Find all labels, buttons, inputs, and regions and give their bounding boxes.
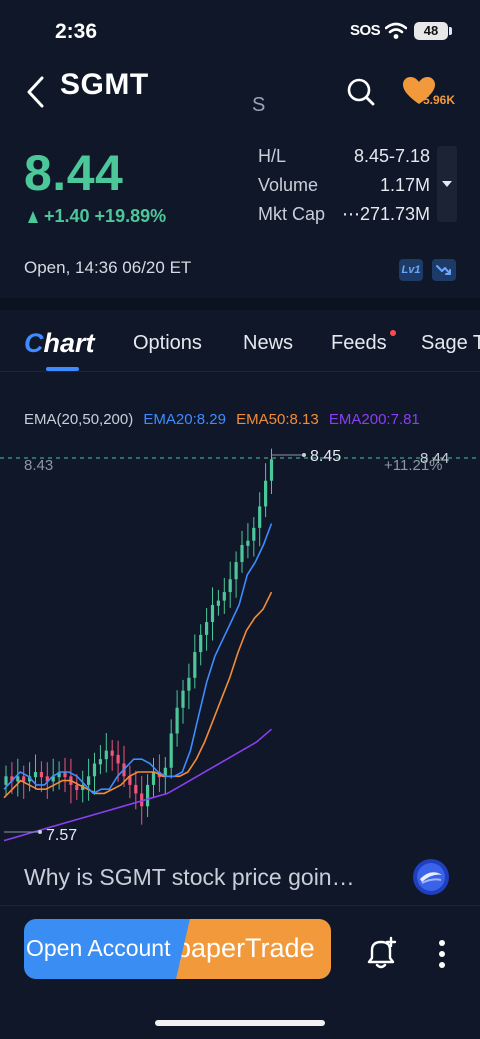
open-account-button[interactable]: Open Account (24, 919, 194, 979)
ticker-symbol: SGMT (60, 68, 149, 101)
paper-trade-button[interactable]: paperTrade (176, 919, 331, 979)
candle-body (75, 784, 79, 791)
candle-body (110, 750, 114, 756)
high-marker-label: 8.45 (310, 448, 341, 465)
up-arrow-icon (28, 211, 38, 223)
candle-body (187, 677, 191, 691)
candle-body (33, 772, 38, 778)
candle-body (234, 562, 238, 580)
candle-body (134, 784, 138, 794)
status-sos: SOS (350, 22, 381, 39)
low-marker-dot (38, 830, 42, 834)
section-divider (0, 298, 480, 310)
stat-value: 8.45-7.18 (353, 146, 430, 166)
candle-body (169, 733, 173, 768)
candle-body (181, 690, 185, 708)
ai-assistant-icon[interactable] (412, 858, 450, 896)
status-bar: 2:36 SOS 48 (0, 0, 480, 60)
candle-body (252, 527, 256, 541)
candle-body (98, 759, 102, 765)
ask-ai-row[interactable]: Why is SGMT stock price goin… (0, 850, 480, 906)
candle-body (199, 634, 203, 653)
candle-body (116, 754, 120, 764)
tab-feeds[interactable]: Feeds (331, 332, 387, 355)
wifi-icon (385, 22, 407, 39)
candle-body (240, 544, 244, 563)
stat-high-low: H/L 8.45-7.18 (258, 146, 430, 175)
ema-title: EMA(20,50,200) (24, 411, 134, 428)
candle-body (222, 592, 226, 601)
candle-body (246, 540, 250, 546)
ema20-value: EMA20:8.29 (143, 411, 226, 428)
stat-label: Mkt Cap (258, 204, 326, 224)
add-alert-bell-icon[interactable] (364, 936, 398, 970)
bottom-action-bar: Open Account paperTrade (0, 906, 480, 1039)
candle-body (39, 772, 43, 778)
tab-sage[interactable]: Sage T (421, 332, 480, 355)
paper-trade-label: paperTrade (176, 933, 315, 963)
price-change: +1.40 +19.89% (28, 206, 166, 227)
candle-body (210, 604, 215, 623)
candles-group (4, 448, 274, 825)
candle-body (92, 763, 97, 777)
stat-label: H/L (258, 146, 287, 166)
candle-body (146, 784, 150, 807)
notification-dot (390, 330, 396, 336)
stat-label: Volume (258, 175, 319, 195)
ema20-line (3, 523, 273, 795)
candle-body (16, 776, 20, 782)
candle-body (104, 750, 108, 760)
tab-options[interactable]: Options (133, 332, 202, 355)
tab-bar: Chart Options News Feeds Sage T (0, 310, 480, 372)
high-marker-dot (302, 453, 306, 457)
candle-body (193, 652, 197, 678)
last-price: 8.44 (24, 145, 124, 201)
ema200-value: EMA200:7.81 (328, 411, 420, 428)
caret-down-icon (442, 181, 452, 187)
battery-tip (449, 27, 452, 35)
price-change-text: +1.40 +19.89% (44, 206, 167, 226)
candle-body (264, 480, 268, 507)
back-chevron-icon[interactable] (22, 74, 50, 110)
quote-stats: H/L 8.45-7.18 Volume 1.17M Mkt Cap ⋯271.… (258, 146, 430, 233)
quote-panel: 8.44 +1.40 +19.89% H/L 8.45-7.18 Volume … (0, 140, 480, 240)
active-tab-indicator (46, 367, 79, 371)
trend-down-icon[interactable] (432, 259, 456, 281)
battery-icon: 48 (414, 22, 448, 40)
candle-body (228, 579, 232, 593)
stat-market-cap: Mkt Cap ⋯271.73M (258, 204, 430, 233)
stock-header: SGMT S 5.96K (0, 60, 480, 130)
candle-body (151, 772, 156, 785)
candle-body (205, 622, 209, 635)
low-marker-label: 7.57 (46, 827, 77, 844)
candle-body (175, 707, 179, 734)
candle-body (4, 776, 8, 785)
header-subtitle: S (252, 94, 266, 116)
stat-value: 1.17M (379, 175, 430, 195)
more-vertical-icon[interactable] (436, 939, 448, 969)
status-time: 2:36 (55, 20, 98, 43)
candle-body (216, 600, 220, 606)
favorites-count: 5.96K (423, 93, 456, 107)
ema50-value: EMA50:8.13 (236, 411, 319, 428)
price-chart[interactable]: 8.43 8.45 8.44 +11.21% 7.57 (0, 440, 480, 850)
tab-chart[interactable]: Chart (24, 328, 95, 359)
home-indicator (155, 1020, 325, 1026)
expand-stats-button[interactable] (437, 146, 457, 222)
price-line-label: 8.43 (24, 457, 53, 474)
search-icon[interactable] (345, 76, 377, 108)
level1-badge[interactable]: Lv1 (399, 259, 423, 281)
market-session: Open, 14:36 06/20 ET (24, 258, 192, 277)
candle-body (258, 506, 262, 528)
ema-legend: EMA(20,50,200) EMA20:8.29 EMA50:8.13 EMA… (24, 411, 426, 428)
stat-value: ⋯271.73M (341, 204, 430, 224)
stat-volume: Volume 1.17M (258, 175, 430, 204)
open-account-label: Open Account (26, 935, 171, 961)
candle-body (87, 776, 91, 785)
ask-ai-text: Why is SGMT stock price goin… (24, 864, 355, 890)
tab-news[interactable]: News (243, 332, 293, 355)
candle-body (269, 459, 274, 481)
percent-change-label: +11.21% (384, 457, 443, 474)
